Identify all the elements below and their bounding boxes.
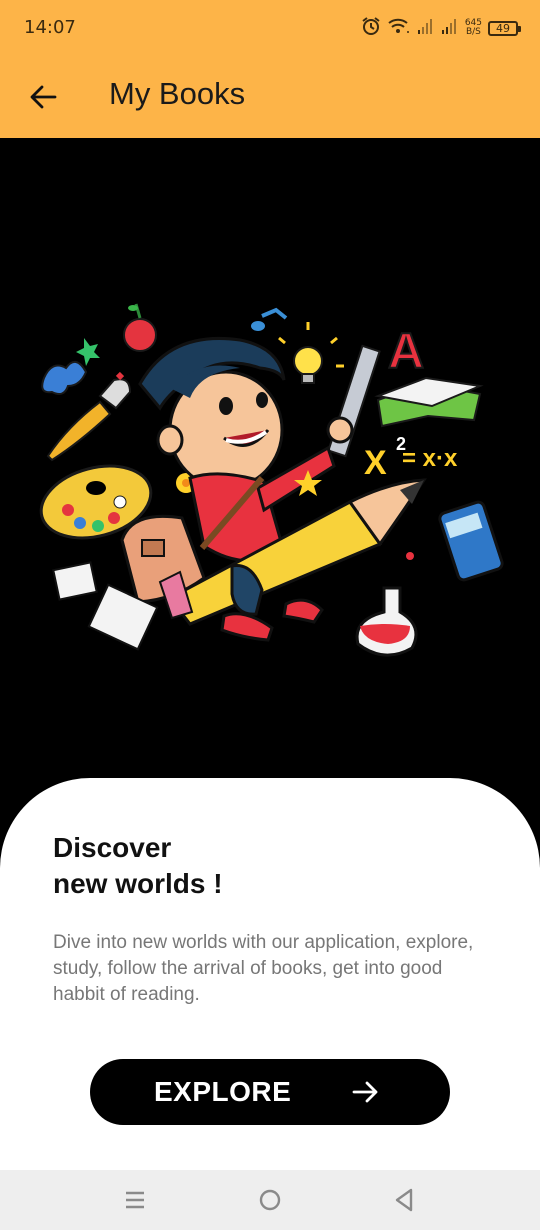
arrow-right-icon [352,1081,378,1103]
status-bar: 14:07 645 B/S 49 [0,0,540,56]
explore-button[interactable]: EXPLORE [90,1059,450,1125]
network-speed-unit: B/S [465,27,481,37]
formula-base: X [364,444,387,482]
back-nav-button[interactable] [387,1184,421,1216]
signal-icon-2 [441,17,459,40]
status-icons: 645 B/S 49 [361,14,521,42]
alarm-icon [361,16,381,41]
arrow-left-icon [30,85,57,109]
wifi-icon [387,16,411,41]
letter-a: A [388,323,424,379]
system-nav-bar [0,1170,540,1230]
home-circle-icon [259,1189,281,1211]
hero-illustration: A X 2 = x·x [0,138,540,798]
triangle-back-icon [395,1188,413,1212]
battery-icon: 49 [488,20,521,36]
calculator-icon [438,500,504,582]
chemistry-flask-icon [355,552,418,657]
paint-splash-blue [41,361,88,395]
recent-apps-button[interactable] [118,1184,152,1216]
battery-level: 49 [496,21,510,35]
music-note-icon [251,307,288,331]
math-formula: X 2 = x·x [364,434,458,482]
open-book-icon [374,376,484,428]
app-bar: My Books [0,56,540,138]
onboarding-card: Discover new worlds ! Dive into new worl… [0,778,540,1170]
card-description: Dive into new worlds with our applicatio… [53,932,474,1005]
menu-icon [126,1191,144,1209]
formula-rest: = x·x [402,445,458,472]
back-button[interactable] [24,78,62,116]
green-splash [76,338,100,366]
apple-icon [123,303,157,352]
card-headline: Discover new worlds ! [53,832,223,899]
status-time: 14:07 [24,17,76,38]
page-title: My Books [109,76,246,111]
home-button[interactable] [253,1184,287,1216]
network-speed: 645 B/S [465,19,482,37]
signal-icon-1 [417,17,435,40]
explore-button-label: EXPLORE [154,1076,292,1107]
